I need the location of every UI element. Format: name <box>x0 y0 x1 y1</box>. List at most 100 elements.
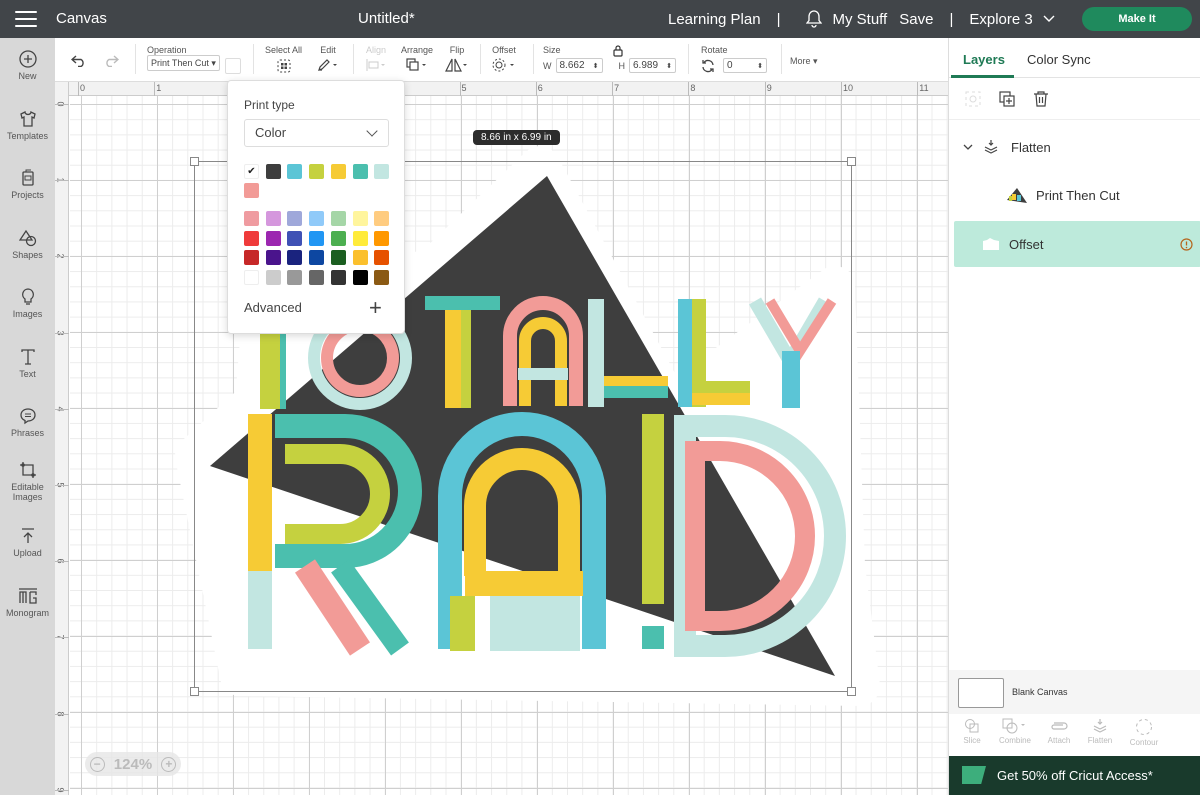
resize-handle[interactable] <box>190 687 199 696</box>
bell-icon[interactable] <box>806 10 823 28</box>
redo-icon[interactable] <box>103 55 119 67</box>
project-color-swatch[interactable] <box>309 164 325 179</box>
stepper-icon[interactable]: ⬍ <box>593 62 599 70</box>
layer-flatten-group[interactable]: Flatten <box>954 124 1200 170</box>
project-color-swatch[interactable] <box>352 164 368 179</box>
palette-color-swatch[interactable] <box>309 270 325 286</box>
sidebar-item-editable-images[interactable]: Editable Images <box>0 461 55 502</box>
layer-offset[interactable]: Offset <box>954 221 1200 267</box>
select-all-button[interactable]: Select All <box>265 45 302 76</box>
palette-color-swatch[interactable] <box>265 250 281 266</box>
palette-color-swatch[interactable] <box>352 250 368 266</box>
palette-color-swatch[interactable] <box>287 270 303 286</box>
palette-color-swatch[interactable] <box>374 250 390 266</box>
make-it-button[interactable]: Make It <box>1082 7 1192 31</box>
lock-icon[interactable] <box>613 45 623 57</box>
height-input[interactable]: 6.989 ⬍ <box>629 58 676 73</box>
save-button[interactable]: Save <box>899 11 933 28</box>
palette-color-swatch[interactable] <box>330 230 346 246</box>
flip-button[interactable]: Flip <box>445 45 469 74</box>
warning-icon[interactable] <box>1180 237 1193 251</box>
project-color-swatch[interactable] <box>244 183 259 198</box>
palette-color-swatch[interactable] <box>374 230 390 246</box>
design-canvas[interactable]: 8.66 in x 6.99 in − 124% + <box>70 96 948 795</box>
edit-button[interactable]: Edit <box>317 45 339 74</box>
palette-color-swatch[interactable] <box>265 230 281 246</box>
palette-color-swatch[interactable] <box>244 270 259 286</box>
zoom-in-button[interactable]: + <box>161 756 177 772</box>
palette-color-swatch[interactable] <box>287 230 303 246</box>
palette-color-swatch[interactable] <box>374 211 390 226</box>
sidebar-item-new[interactable]: New <box>0 50 55 81</box>
attach-button[interactable]: Attach <box>1037 718 1081 745</box>
trash-icon[interactable] <box>1033 91 1049 107</box>
print-type-select[interactable]: Color <box>244 119 389 147</box>
resize-handle[interactable] <box>847 687 856 696</box>
flatten-button[interactable]: Flatten <box>1078 718 1122 745</box>
palette-color-swatch[interactable] <box>374 270 390 286</box>
sidebar-item-phrases[interactable]: Phrases <box>0 407 55 438</box>
palette-color-swatch[interactable] <box>244 250 259 266</box>
operation-color-swatch[interactable] <box>225 58 241 74</box>
advanced-expand-plus-icon[interactable]: + <box>369 295 382 321</box>
project-color-swatch[interactable] <box>374 164 390 179</box>
hamburger-menu-icon[interactable] <box>15 11 37 27</box>
palette-color-swatch[interactable] <box>309 250 325 266</box>
palette-color-swatch[interactable] <box>330 270 346 286</box>
resize-handle[interactable] <box>190 157 199 166</box>
sidebar-item-projects[interactable]: Projects <box>0 169 55 200</box>
palette-color-swatch[interactable] <box>352 211 368 226</box>
palette-color-swatch[interactable] <box>265 211 281 226</box>
palette-color-swatch[interactable] <box>330 250 346 266</box>
machine-selector[interactable]: Explore 3 <box>969 11 1055 28</box>
zoom-out-button[interactable]: − <box>89 756 105 772</box>
sidebar-item-templates[interactable]: Templates <box>0 110 55 141</box>
my-stuff-link[interactable]: My Stuff <box>832 11 887 28</box>
palette-color-swatch[interactable] <box>244 230 259 246</box>
blank-canvas-row[interactable]: Blank Canvas <box>949 670 1200 714</box>
project-color-swatch[interactable] <box>330 164 346 179</box>
palette-color-swatch[interactable] <box>265 270 281 286</box>
sidebar-item-images[interactable]: Images <box>0 288 55 319</box>
learning-plan-link[interactable]: Learning Plan <box>668 11 761 28</box>
project-color-swatch[interactable]: ✔ <box>244 164 259 179</box>
palette-color-swatch[interactable] <box>352 230 368 246</box>
cricut-access-promo-banner[interactable]: Get 50% off Cricut Access* <box>949 756 1200 795</box>
layer-print-then-cut[interactable]: Print Then Cut <box>954 172 1200 218</box>
arrange-button[interactable]: Arrange <box>401 45 433 74</box>
sidebar-item-text[interactable]: Text <box>0 348 55 379</box>
palette-color-swatch[interactable] <box>309 230 325 246</box>
operation-select[interactable]: Print Then Cut ▾ <box>147 55 220 71</box>
sidebar-item-monogram[interactable]: Monogram <box>0 587 55 618</box>
rotate-input[interactable]: 0 ⬍ <box>723 58 767 73</box>
sidebar-item-upload[interactable]: Upload <box>0 527 55 558</box>
offset-button[interactable]: Offset <box>491 45 517 74</box>
stepper-icon[interactable]: ⬍ <box>666 62 672 70</box>
chevron-down-icon[interactable] <box>963 143 973 151</box>
palette-color-swatch[interactable] <box>287 211 303 226</box>
palette-color-swatch[interactable] <box>352 270 368 286</box>
blank-canvas-thumbnail[interactable] <box>958 678 1004 708</box>
palette-color-swatch[interactable] <box>244 211 259 226</box>
contour-button[interactable]: Contour <box>1122 718 1166 747</box>
palette-color-swatch[interactable] <box>330 211 346 226</box>
more-button[interactable]: More ▾ <box>790 56 818 67</box>
stepper-icon[interactable]: ⬍ <box>757 62 763 70</box>
project-color-swatch[interactable] <box>287 164 303 179</box>
width-input[interactable]: 8.662 ⬍ <box>555 58 603 73</box>
document-title[interactable]: Untitled* <box>358 10 415 27</box>
tab-layers[interactable]: Layers <box>963 52 1005 67</box>
sidebar-item-shapes[interactable]: Shapes <box>0 229 55 260</box>
tab-color-sync[interactable]: Color Sync <box>1027 52 1091 67</box>
palette-color-swatch[interactable] <box>287 250 303 266</box>
group-icon[interactable] <box>965 91 981 107</box>
resize-handle[interactable] <box>847 157 856 166</box>
combine-button[interactable]: Combine <box>993 718 1037 745</box>
undo-icon[interactable] <box>71 55 87 67</box>
align-button[interactable]: Align <box>365 45 387 74</box>
palette-color-swatch[interactable] <box>309 211 325 226</box>
duplicate-icon[interactable] <box>999 91 1015 107</box>
project-color-swatch[interactable] <box>265 164 281 179</box>
slice-button[interactable]: Slice <box>950 718 994 745</box>
rotate-icon[interactable] <box>701 59 715 73</box>
